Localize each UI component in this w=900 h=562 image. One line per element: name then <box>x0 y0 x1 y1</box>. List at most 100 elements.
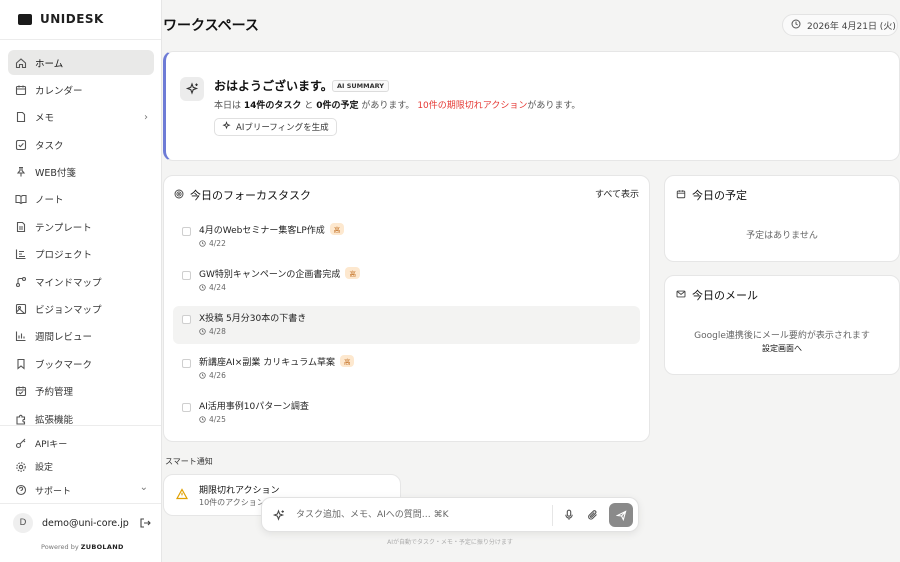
microphone-icon[interactable] <box>563 509 575 521</box>
clock-icon <box>791 18 801 32</box>
sidebar-item-weekly-review[interactable]: 週間レビュー <box>8 324 154 349</box>
task-row[interactable]: GW特別キャンペーンの企画書完成高 4/24 <box>173 262 640 300</box>
sidebar-item-label: 予約管理 <box>35 387 74 399</box>
sidebar-item-settings[interactable]: 設定 <box>8 456 154 478</box>
user-email: demo@uni-core.jp <box>42 517 129 529</box>
sidebar-item-web-sticky[interactable]: WEB付箋 <box>8 160 154 185</box>
attachment-icon[interactable] <box>587 509 599 521</box>
focus-tasks-card: 今日のフォーカスタスク すべて表示 4月のWebセミナー集客LP作成高 4/22… <box>163 175 650 442</box>
sidebar-item-note[interactable]: ノート <box>8 187 154 212</box>
command-bar <box>261 497 639 532</box>
task-date: 4/26 <box>209 371 226 380</box>
section-title: 今日のメール <box>692 289 758 302</box>
button-label: AIブリーフィングを生成 <box>236 123 329 133</box>
greeting-title: おはようございます。 <box>214 79 333 93</box>
mail-icon <box>676 289 686 302</box>
sidebar-item-mindmap[interactable]: マインドマップ <box>8 269 154 294</box>
summary-text: があります。 <box>361 101 415 111</box>
sidebar-item-booking[interactable]: 予約管理 <box>8 379 154 404</box>
task-due: 4/28 <box>199 327 226 336</box>
puzzle-icon <box>15 413 27 425</box>
task-checkbox[interactable] <box>182 227 191 236</box>
show-all-link[interactable]: すべて表示 <box>595 187 639 200</box>
task-row[interactable]: 新講座AI×副業 カリキュラム草案高 4/26 <box>173 350 640 388</box>
mail-header: 今日のメール <box>676 287 758 303</box>
priority-tag: 高 <box>339 355 355 367</box>
command-input[interactable] <box>296 506 546 524</box>
task-row[interactable]: X投稿 5月分30本の下書き 4/28 <box>173 306 640 344</box>
bar-chart-icon <box>15 330 27 342</box>
task-checkbox[interactable] <box>182 315 191 324</box>
user-profile[interactable]: D demo@uni-core.jp <box>13 513 129 533</box>
chevron-right-icon[interactable]: › <box>144 112 148 123</box>
task-title: 4月のWebセミナー集客LP作成高 <box>199 223 345 236</box>
notification-title: 期限切れアクション <box>199 486 280 496</box>
date-display: 2026年 4月21日 (火) <box>782 14 898 36</box>
schedule-card: 今日の予定 予定はありません <box>664 175 900 262</box>
sidebar-item-template[interactable]: テンプレート <box>8 214 154 239</box>
priority-tag: 高 <box>329 223 345 235</box>
sidebar-item-label: ノート <box>35 195 64 207</box>
section-title: 今日の予定 <box>692 189 747 202</box>
pin-icon <box>15 166 27 178</box>
task-due: 4/25 <box>199 415 226 424</box>
brand-name: UNIDESK <box>40 12 104 26</box>
task-checkbox[interactable] <box>182 359 191 368</box>
send-icon <box>615 509 626 521</box>
divider <box>552 505 553 526</box>
task-title-text: X投稿 5月分30本の下書き <box>199 314 307 324</box>
ai-summary-badge: AI SUMMARY <box>332 80 389 92</box>
sidebar-item-label: マインドマップ <box>35 277 102 289</box>
overdue-count: 10件の期限切れアクション <box>417 101 528 111</box>
sidebar-item-support[interactable]: サポート ⌄ <box>8 479 154 501</box>
greeting-card: おはようございます。 AI SUMMARY 本日は 14件のタスク と 0件の予… <box>163 51 900 161</box>
settings-link[interactable]: 設定画面へ <box>665 343 899 354</box>
summary-text: があります。 <box>527 101 581 111</box>
key-icon <box>15 437 27 449</box>
task-title: X投稿 5月分30本の下書き <box>199 311 306 324</box>
task-check-icon <box>15 139 27 151</box>
chevron-down-icon[interactable]: ⌄ <box>140 482 148 493</box>
sparkles-icon <box>222 121 231 133</box>
task-title-text: GW特別キャンペーンの企画書完成 <box>199 270 341 280</box>
generate-briefing-button[interactable]: AIブリーフィングを生成 <box>214 118 337 136</box>
powered-prefix: Powered by <box>41 543 79 551</box>
task-due: 4/26 <box>199 371 226 380</box>
task-date: 4/25 <box>209 415 226 424</box>
sidebar-item-label: テンプレート <box>35 222 92 234</box>
clock-icon <box>199 372 206 379</box>
task-date: 4/22 <box>209 239 226 248</box>
task-checkbox[interactable] <box>182 403 191 412</box>
priority-tag: 高 <box>345 267 360 279</box>
sidebar-item-label: 設定 <box>35 463 54 473</box>
brand[interactable]: UNIDESK <box>18 12 104 26</box>
sidebar-item-bookmark[interactable]: ブックマーク <box>8 351 154 376</box>
help-icon <box>15 484 27 496</box>
powered-brand: ZUBOLAND <box>80 543 124 551</box>
sidebar-item-home[interactable]: ホーム <box>8 50 154 75</box>
task-row[interactable]: AI活用事例10パターン調査 4/25 <box>173 394 640 432</box>
empty-state: Google連携後にメール要約が表示されます <box>694 331 870 341</box>
sidebar-item-label: 週間レビュー <box>35 332 93 344</box>
sidebar-item-project[interactable]: プロジェクト <box>8 242 154 267</box>
sidebar-item-label: WEB付箋 <box>35 168 76 180</box>
task-checkbox[interactable] <box>182 271 191 280</box>
calendar-icon <box>676 189 686 202</box>
sidebar-item-task[interactable]: タスク <box>8 132 154 157</box>
powered-by: Powered by ZUBOLAND <box>41 543 124 551</box>
greeting-summary: 本日は 14件のタスク と 0件の予定 があります。 10件の期限切れアクション… <box>214 98 580 111</box>
summary-text: 本日は <box>214 101 242 111</box>
sidebar-item-memo[interactable]: メモ › <box>8 105 154 130</box>
sidebar-item-label: サポート <box>35 486 72 497</box>
send-button[interactable] <box>609 503 633 527</box>
sidebar-item-label: APIキー <box>35 439 68 450</box>
main-nav: ホーム カレンダー メモ › タスク WEB付箋 ノート テンプレート プロジェ… <box>8 50 154 433</box>
logout-icon[interactable] <box>139 517 151 529</box>
sidebar-item-api-key[interactable]: APIキー <box>8 432 154 454</box>
sidebar-item-calendar[interactable]: カレンダー <box>8 77 154 102</box>
task-title: GW特別キャンペーンの企画書完成高 <box>199 267 360 280</box>
sidebar-item-vision-map[interactable]: ビジョンマップ <box>8 297 154 322</box>
task-row[interactable]: 4月のWebセミナー集客LP作成高 4/22 <box>173 218 640 256</box>
clock-icon <box>199 284 206 291</box>
memo-icon <box>15 111 27 123</box>
